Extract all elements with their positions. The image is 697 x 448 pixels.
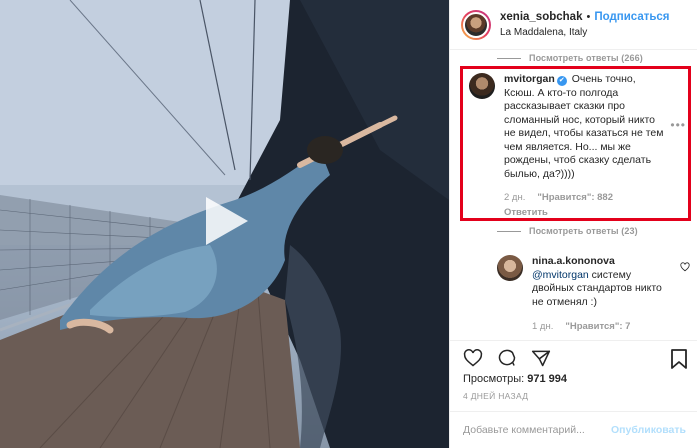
- play-icon[interactable]: [196, 193, 252, 249]
- view-replies-label: Посмотреть ответы (266): [529, 53, 643, 63]
- view-replies-mid[interactable]: Посмотреть ответы (23): [450, 224, 638, 238]
- commenter-avatar[interactable]: [469, 73, 495, 99]
- mention-link[interactable]: @mvitorgan: [532, 269, 589, 281]
- share-icon[interactable]: [531, 348, 551, 368]
- post-time[interactable]: 4 ДНЕЙ НАЗАД: [463, 391, 528, 401]
- heart-icon[interactable]: [463, 348, 483, 368]
- post-video[interactable]: [0, 0, 449, 448]
- like-comment-icon[interactable]: [680, 262, 690, 272]
- commenter-username[interactable]: nina.a.kononova: [532, 255, 615, 267]
- comment-time[interactable]: 2 дн.: [504, 191, 525, 205]
- verified-badge-icon: ✔: [556, 76, 567, 86]
- bookmark-icon[interactable]: [670, 349, 688, 369]
- follow-button[interactable]: Подписаться: [594, 10, 669, 25]
- view-replies-label: Посмотреть ответы (23): [529, 226, 638, 236]
- comment-time[interactable]: 1 дн.: [532, 320, 553, 334]
- post-location[interactable]: La Maddalena, Italy: [500, 25, 670, 40]
- commenter-username[interactable]: mvitorgan: [504, 73, 555, 85]
- comment-composer: Опубликовать: [450, 411, 697, 448]
- comment-item: mvitorgan ✔ Очень точно, Ксюш. А кто-то п…: [469, 73, 666, 219]
- separator-dot: •: [586, 10, 591, 23]
- author-username[interactable]: xenia_sobchak: [500, 10, 582, 25]
- reply-item: nina.a.kononova @mvitorgan систему двойн…: [497, 255, 662, 334]
- author-avatar[interactable]: [461, 9, 491, 40]
- comments-list[interactable]: Посмотреть ответы (266) mvitorgan ✔ Очень…: [450, 50, 697, 340]
- comment-likes[interactable]: "Нравится": 882: [537, 191, 613, 205]
- commenter-avatar[interactable]: [497, 255, 523, 281]
- post-side-panel: xenia_sobchak • Подписаться La Maddalena…: [449, 0, 697, 448]
- comment-text: Очень точно, Ксюш. А кто-то полгода расс…: [504, 73, 664, 180]
- more-options-icon[interactable]: •••: [670, 118, 686, 132]
- views-count[interactable]: Просмотры: 971 994: [463, 373, 567, 385]
- comment-likes[interactable]: "Нравится": 7: [565, 320, 630, 334]
- views-label: Просмотры:: [463, 373, 525, 385]
- views-value: 971 994: [527, 373, 568, 385]
- publish-button[interactable]: Опубликовать: [611, 424, 686, 436]
- comment-input[interactable]: [463, 424, 613, 436]
- reply-button[interactable]: Ответить: [504, 206, 666, 220]
- view-replies-top[interactable]: Посмотреть ответы (266): [450, 51, 643, 65]
- post-header: xenia_sobchak • Подписаться La Maddalena…: [450, 0, 697, 50]
- comment-icon[interactable]: [497, 348, 517, 368]
